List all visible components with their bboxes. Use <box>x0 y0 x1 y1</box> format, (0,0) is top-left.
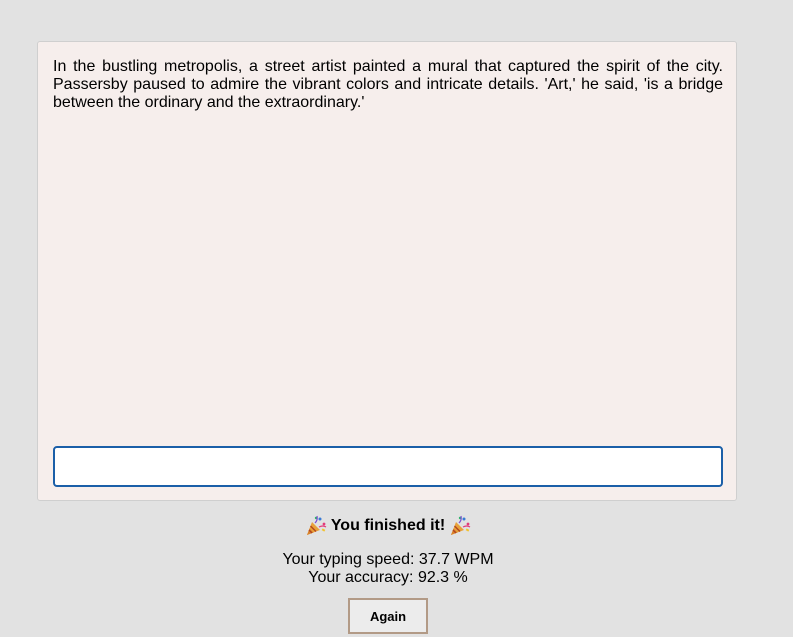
passage-text: In the bustling metropolis, a street art… <box>53 58 723 111</box>
again-button[interactable]: Again <box>348 598 428 634</box>
typing-panel: In the bustling metropolis, a street art… <box>37 41 737 501</box>
finish-heading-text: You finished it! <box>330 517 446 534</box>
typing-speed-text: Your typing speed: 37.7 WPM <box>282 551 494 568</box>
result-section: You finished it! Your typing speed: 37.7… <box>0 513 776 634</box>
stats-block: Your typing speed: 37.7 WPM Your accurac… <box>0 551 776 587</box>
typing-input[interactable] <box>53 446 723 487</box>
party-popper-icon <box>306 515 327 535</box>
party-popper-icon <box>451 515 471 535</box>
finish-heading: You finished it! <box>305 513 471 539</box>
accuracy-text: Your accuracy: 92.3 % <box>308 569 468 586</box>
